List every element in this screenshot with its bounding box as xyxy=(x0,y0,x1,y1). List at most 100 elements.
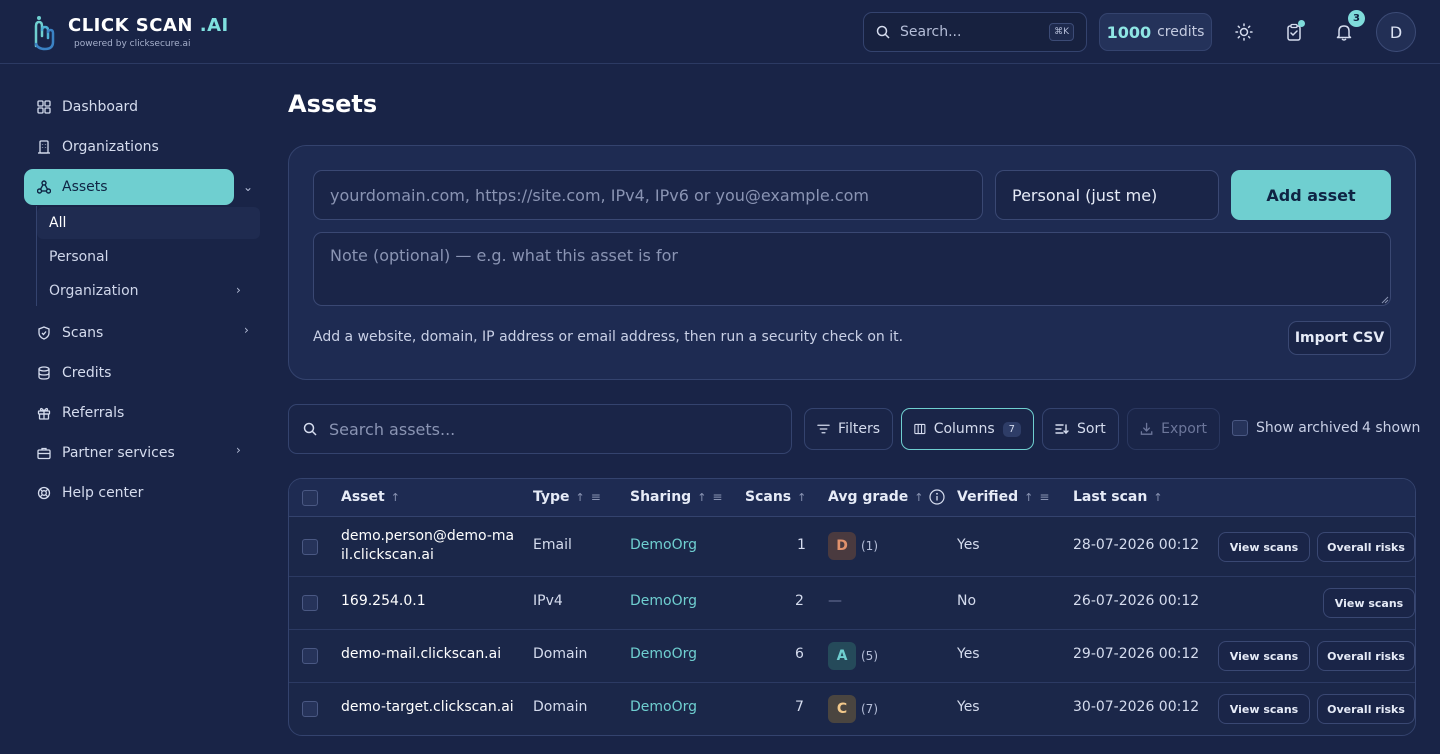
global-search[interactable]: Search... ⌘K xyxy=(863,12,1087,52)
row-checkbox[interactable] xyxy=(302,701,318,717)
filter-icon: ≡ xyxy=(712,490,723,504)
sort-arrow-icon: ↑ xyxy=(575,490,585,504)
view-scans-button[interactable]: View scans xyxy=(1323,588,1415,618)
export-label: Export xyxy=(1161,421,1207,437)
search-icon xyxy=(303,422,317,436)
assets-sub-all[interactable]: All xyxy=(37,207,260,239)
chevron-down-icon[interactable]: ⌄ xyxy=(243,180,253,194)
credits-label: credits xyxy=(1157,24,1205,40)
last-scan-time: 30-07-2026 00:12 xyxy=(1073,699,1200,715)
sort-arrow-icon: ↑ xyxy=(1153,490,1163,504)
asset-search-input[interactable]: Search assets... xyxy=(288,404,792,454)
sharing-scope-select[interactable]: Personal (just me) xyxy=(995,170,1219,220)
sidebar-item-dashboard[interactable]: Dashboard xyxy=(24,89,258,125)
fingerprint-hand-icon xyxy=(34,16,55,51)
column-header-verified[interactable]: Verified ↑ ≡ xyxy=(957,489,1049,505)
table-row[interactable]: demo-mail.clickscan.ai Domain DemoOrg 6 … xyxy=(289,630,1415,683)
asset-type: Domain xyxy=(533,699,588,715)
credits-pill[interactable]: 1000 credits xyxy=(1099,13,1212,51)
sidebar-item-scans[interactable]: Scans xyxy=(24,315,258,351)
grade-badge: C xyxy=(828,695,856,723)
grade-count: (7) xyxy=(861,702,878,716)
view-scans-button[interactable]: View scans xyxy=(1218,641,1310,671)
column-header-last-scan[interactable]: Last scan ↑ xyxy=(1073,489,1163,505)
sort-arrow-icon: ↑ xyxy=(1024,490,1034,504)
row-checkbox[interactable] xyxy=(302,648,318,664)
bell-icon xyxy=(1336,25,1352,41)
column-header-type[interactable]: Type ↑ ≡ xyxy=(533,489,601,505)
sun-icon xyxy=(1235,23,1253,41)
database-icon xyxy=(36,365,52,381)
sidebar-item-assets[interactable]: Assets xyxy=(24,169,234,205)
assets-sub-personal[interactable]: Personal xyxy=(37,241,260,273)
sharing-link[interactable]: DemoOrg xyxy=(630,699,697,715)
overall-risks-button[interactable]: Overall risks xyxy=(1317,532,1415,562)
sidebar-item-credits[interactable]: Credits xyxy=(24,355,258,391)
row-checkbox[interactable] xyxy=(302,539,318,555)
table-row[interactable]: 169.254.0.1 IPv4 DemoOrg 2 — No 26-07-20… xyxy=(289,577,1415,630)
brand-logo[interactable]: CLICK SCAN .AI powered by clicksecure.ai xyxy=(28,12,229,52)
sidebar-item-referrals[interactable]: Referrals xyxy=(24,395,258,431)
table-header: Asset ↑ Type ↑ ≡ Sharing ↑ ≡ Scans ↑ Avg grade… xyxy=(289,479,1415,517)
view-scans-button[interactable]: View scans xyxy=(1218,532,1310,562)
sidebar-item-label: Organizations xyxy=(62,139,159,155)
sidebar-item-partner-services[interactable]: Partner services xyxy=(24,435,258,471)
chevron-right-icon[interactable]: › xyxy=(236,283,241,297)
user-avatar[interactable]: D xyxy=(1376,12,1416,52)
filters-button[interactable]: Filters xyxy=(804,408,893,450)
resize-handle-icon[interactable] xyxy=(1381,296,1389,304)
overall-risks-button[interactable]: Overall risks xyxy=(1317,694,1415,724)
scan-count: 2 xyxy=(795,593,804,609)
sidebar-item-organizations[interactable]: Organizations xyxy=(24,129,258,165)
assets-sub-organization[interactable]: Organization xyxy=(37,275,260,307)
asset-search-placeholder: Search assets... xyxy=(329,419,456,439)
last-scan-time: 26-07-2026 00:12 xyxy=(1073,593,1200,609)
chevron-right-icon[interactable]: › xyxy=(236,443,241,457)
chevron-right-icon[interactable]: › xyxy=(244,323,249,337)
sharing-link[interactable]: DemoOrg xyxy=(630,537,697,553)
sort-arrow-icon: ↑ xyxy=(914,490,924,504)
table-row[interactable]: demo-target.clickscan.ai Domain DemoOrg … xyxy=(289,683,1415,735)
column-header-scans[interactable]: Scans ↑ xyxy=(745,489,806,505)
theme-toggle-button[interactable] xyxy=(1228,16,1260,48)
sort-arrow-icon: ↑ xyxy=(797,490,807,504)
search-shortcut: ⌘K xyxy=(1049,23,1074,41)
brand-subtitle: powered by clicksecure.ai xyxy=(74,39,191,49)
sidebar-item-label: Scans xyxy=(62,325,104,341)
grade-count: (5) xyxy=(861,649,878,663)
row-checkbox[interactable] xyxy=(302,595,318,611)
search-icon xyxy=(876,25,890,39)
asset-type: Email xyxy=(533,537,572,553)
column-header-asset[interactable]: Asset ↑ xyxy=(341,489,400,505)
show-archived-checkbox[interactable] xyxy=(1232,420,1248,436)
grade-empty: — xyxy=(828,593,842,609)
columns-button[interactable]: Columns 7 xyxy=(901,408,1034,450)
sharing-link[interactable]: DemoOrg xyxy=(630,646,697,662)
view-scans-button[interactable]: View scans xyxy=(1218,694,1310,724)
add-asset-button[interactable]: Add asset xyxy=(1231,170,1391,220)
asset-note-input[interactable] xyxy=(313,232,1391,306)
sharing-link[interactable]: DemoOrg xyxy=(630,593,697,609)
building-icon xyxy=(36,139,52,155)
assets-table: Asset ↑ Type ↑ ≡ Sharing ↑ ≡ Scans ↑ Avg grade… xyxy=(288,478,1416,736)
import-csv-button[interactable]: Import CSV xyxy=(1288,321,1391,355)
column-header-avg-grade[interactable]: Avg grade ↑ xyxy=(828,489,946,505)
tasks-button[interactable] xyxy=(1278,16,1310,48)
column-header-sharing[interactable]: Sharing ↑ ≡ xyxy=(630,489,722,505)
sidebar-item-help-center[interactable]: Help center xyxy=(24,475,258,511)
export-button[interactable]: Export xyxy=(1127,408,1220,450)
sort-icon xyxy=(1055,424,1069,434)
tasks-indicator-dot xyxy=(1298,20,1305,27)
page-title: Assets xyxy=(288,90,378,118)
asset-target-input[interactable] xyxy=(313,170,983,220)
select-all-checkbox[interactable] xyxy=(302,490,318,506)
overall-risks-button[interactable]: Overall risks xyxy=(1317,641,1415,671)
gift-icon xyxy=(36,405,52,421)
brand-title: CLICK SCAN .AI xyxy=(68,15,229,36)
show-archived-toggle[interactable]: Show archived xyxy=(1232,420,1359,436)
table-row[interactable]: demo.person@demo-ma il.clickscan.ai Email… xyxy=(289,517,1415,577)
filters-label: Filters xyxy=(838,421,880,437)
sort-button[interactable]: Sort xyxy=(1042,408,1119,450)
info-icon[interactable] xyxy=(929,489,946,505)
last-scan-time: 28-07-2026 00:12 xyxy=(1073,537,1200,553)
